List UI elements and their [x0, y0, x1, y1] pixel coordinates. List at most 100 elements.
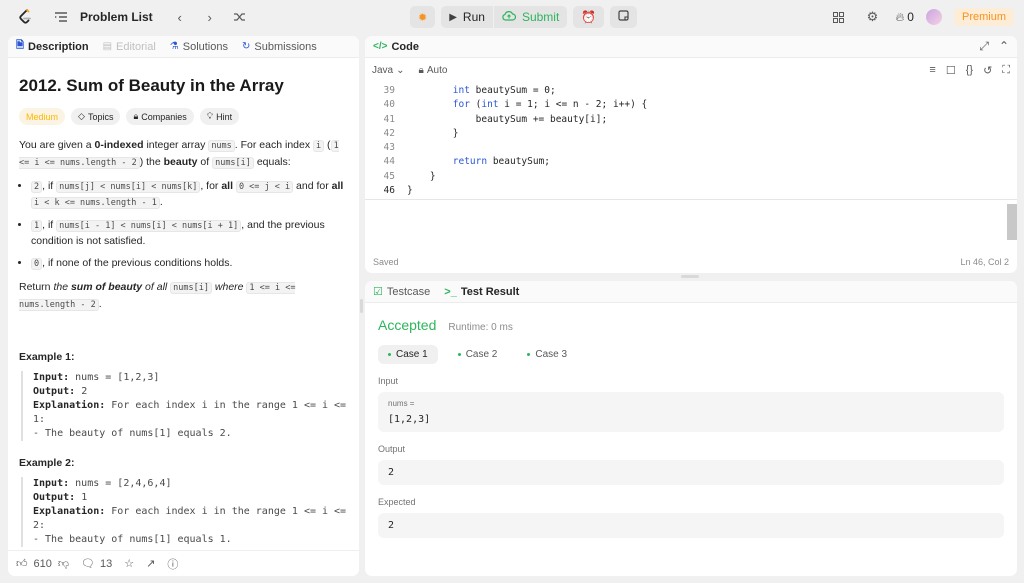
like-count: 610	[33, 557, 52, 570]
return-text: .	[98, 298, 102, 310]
shuffle-icon[interactable]	[229, 6, 251, 28]
result-body: Accepted Runtime: 0 ms Case 1 Case 2 Cas…	[365, 303, 1017, 548]
difficulty-badge: Medium	[19, 108, 66, 125]
case-tab-2[interactable]: Case 2	[448, 345, 508, 364]
cursor-position: Ln 46, Col 2	[960, 257, 1009, 267]
leetcode-logo-icon[interactable]	[14, 6, 36, 28]
collapse-chevron-up-icon[interactable]: ⌃	[999, 39, 1009, 54]
streak-counter[interactable]: 🔥︎ 0	[895, 10, 914, 25]
pass-dot-icon	[457, 353, 461, 356]
debug-button[interactable]: ✹	[410, 6, 436, 28]
lock-icon: 🔒︎	[418, 64, 424, 76]
case-label: Case 2	[465, 349, 498, 360]
tab-test-result[interactable]: >_ Test Result	[444, 286, 519, 298]
code-rest: }	[452, 127, 459, 139]
problem-list-icon[interactable]	[50, 6, 72, 28]
intro-paragraph: You are given a 0-indexed integer array …	[19, 137, 348, 171]
explanation-label: Explanation:	[33, 506, 106, 517]
format-lines-icon[interactable]: ≡	[929, 64, 935, 77]
code-line: 44 return beautySum;	[365, 155, 1017, 169]
line-number: 39	[383, 85, 395, 96]
expected-section-label: Expected	[378, 497, 416, 507]
inline-code: 2	[31, 181, 43, 193]
result-status: Accepted	[378, 317, 437, 333]
fullscreen-icon[interactable]: ⛶	[1002, 64, 1010, 77]
comments-button[interactable]: 🗨︎ 13	[81, 557, 112, 571]
braces-icon[interactable]: {}	[966, 64, 973, 77]
tab-submissions-label: Submissions	[254, 40, 317, 53]
settings-gear-icon[interactable]: ⚙	[861, 6, 883, 28]
next-problem-icon[interactable]: ›	[199, 6, 221, 28]
code-editor[interactable]: 39 int beautySum = 0; 40 for (int i = 1;…	[365, 84, 1017, 200]
layout-grid-icon[interactable]	[827, 6, 849, 28]
return-text: the	[53, 281, 71, 293]
left-tab-bar: 🗎︎ Description ▤ Editorial ⚗ Solutions ↻…	[8, 36, 359, 58]
share-icon[interactable]: ↗	[146, 557, 155, 570]
tab-editorial[interactable]: ▤ Editorial	[103, 41, 156, 53]
notes-button[interactable]	[610, 6, 638, 28]
prev-problem-icon[interactable]: ‹	[169, 6, 191, 28]
keyword: int	[481, 99, 499, 111]
list-bold: all	[221, 180, 234, 192]
intro-text: (	[324, 139, 331, 151]
example-2-block: Input: nums = [2,4,6,4] Output: 1 Explan…	[21, 477, 348, 547]
inline-code: 1	[31, 220, 43, 232]
problem-title[interactable]: 2012. Sum of Beauty in the Array	[19, 76, 348, 96]
code-line: 45 }	[365, 170, 1017, 184]
tab-submissions[interactable]: ↻ Submissions	[242, 41, 317, 53]
thumbs-up-icon[interactable]: 👍︎	[16, 557, 28, 570]
tab-solutions[interactable]: ⚗ Solutions	[170, 41, 228, 53]
thumbs-down-icon[interactable]: 👎︎	[58, 557, 69, 570]
problem-description: 2012. Sum of Beauty in the Array Medium …	[8, 58, 359, 550]
output-value: 2	[388, 467, 395, 478]
tab-description[interactable]: 🗎︎ Description	[16, 38, 89, 55]
example-input: nums = [2,4,6,4]	[75, 478, 172, 489]
run-label: Run	[462, 10, 485, 24]
example-explanation-line: - The beauty of nums[1] equals 2.	[33, 428, 232, 439]
code-text: for (int i = 1; i <= n - 2; i++) {	[395, 98, 648, 112]
case-tab-3[interactable]: Case 3	[517, 345, 577, 364]
case-label: Case 3	[535, 349, 568, 360]
code-line: 40 for (int i = 1; i <= n - 2; i++) {	[365, 98, 1017, 112]
problem-list-button[interactable]: Problem List	[80, 10, 153, 24]
list-item: 0, if none of the previous conditions ho…	[31, 256, 348, 272]
list-text: , if	[42, 180, 57, 192]
cloud-upload-icon	[502, 10, 516, 24]
timer-button[interactable]: ⏰	[573, 6, 605, 28]
reset-icon[interactable]: ↺	[983, 64, 992, 77]
mode-label: Auto	[426, 64, 448, 76]
case-tab-1[interactable]: Case 1	[378, 345, 438, 364]
line-number: 46	[383, 185, 395, 197]
intro-text: integer array	[143, 139, 209, 151]
topics-chip[interactable]: ◇ Topics	[71, 108, 121, 125]
premium-button[interactable]: Premium	[953, 8, 1014, 26]
auto-mode-toggle[interactable]: 🔒︎ Auto	[419, 65, 448, 76]
lock-icon: 🔒︎	[133, 111, 139, 121]
example-2-title: Example 2:	[19, 457, 75, 469]
avatar[interactable]	[925, 9, 942, 25]
list-text: and for	[293, 180, 332, 192]
companies-chip[interactable]: 🔒︎ Companies	[126, 108, 194, 125]
note-icon	[618, 10, 629, 24]
star-icon[interactable]: ☆	[124, 557, 134, 570]
explanation-label: Explanation:	[33, 400, 106, 411]
document-icon: 🗎︎	[16, 40, 25, 51]
submit-button[interactable]: Submit	[494, 6, 567, 28]
tab-testcase[interactable]: ☑ Testcase	[373, 285, 430, 299]
bookmark-icon[interactable]: ☐	[946, 64, 956, 77]
hint-chip[interactable]: 💡︎ Hint	[199, 108, 240, 125]
horizontal-splitter[interactable]	[681, 275, 699, 278]
maximize-icon[interactable]: ⤢	[979, 39, 989, 54]
code-line: 42 }	[365, 127, 1017, 141]
code-rest: beautySum = 0;	[469, 85, 556, 96]
streak-count: 0	[907, 10, 914, 24]
language-select[interactable]: Java ⌄	[372, 65, 405, 76]
tab-code-label: Code	[391, 40, 419, 53]
vertical-splitter[interactable]	[360, 299, 363, 313]
run-button[interactable]: ▶ Run	[441, 6, 493, 28]
editor-scrollbar[interactable]	[1007, 204, 1017, 240]
code-line: 46}	[365, 184, 1017, 198]
help-icon[interactable]: ⓘ	[167, 556, 178, 572]
tab-code[interactable]: </> Code	[373, 41, 419, 53]
